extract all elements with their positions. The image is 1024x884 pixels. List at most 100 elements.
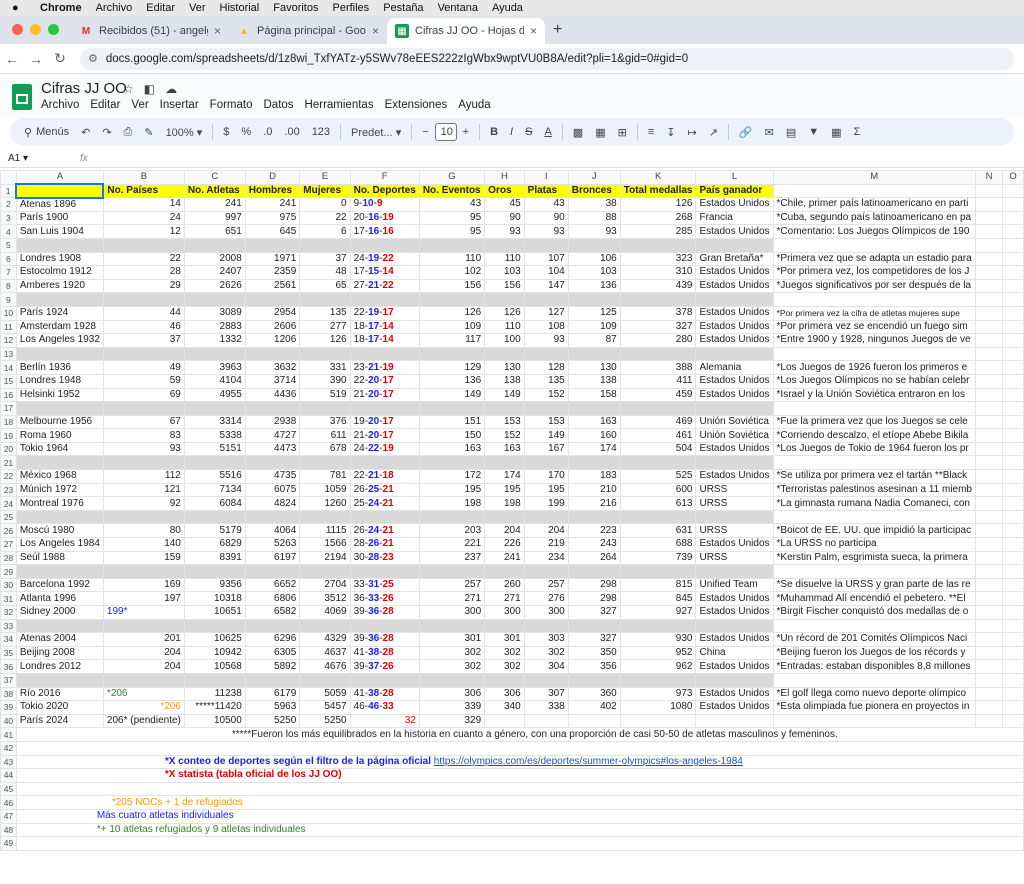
cell[interactable]	[1002, 210, 1024, 226]
cell[interactable]: 198	[418, 496, 486, 511]
cell[interactable]	[974, 469, 1004, 484]
cell[interactable]: 327	[567, 605, 621, 620]
cell[interactable]: 80	[102, 523, 185, 539]
cell[interactable]: París 1900	[15, 210, 104, 226]
cell[interactable]: 93	[523, 333, 569, 348]
cell[interactable]: 38	[567, 197, 621, 212]
cell[interactable]: 45	[484, 197, 525, 212]
cell[interactable]: 197	[102, 591, 185, 606]
cell[interactable]: *Entre 1900 y 1928, ningunos Juegos de v…	[772, 333, 977, 348]
cell[interactable]: Estados Unidos	[695, 305, 774, 321]
cell[interactable]	[974, 414, 1004, 430]
cell[interactable]: 201	[102, 632, 185, 647]
cell[interactable]	[523, 618, 569, 634]
cell[interactable]	[567, 564, 621, 579]
row-header[interactable]: 29	[0, 564, 17, 579]
cell[interactable]: 221	[418, 537, 486, 552]
cell[interactable]: 973	[619, 686, 697, 702]
cell[interactable]: 204	[102, 659, 185, 674]
cell[interactable]	[619, 292, 697, 307]
cell[interactable]	[772, 618, 977, 634]
cell[interactable]	[974, 319, 1004, 335]
mac-menu-item[interactable]: Pestaña	[383, 2, 423, 14]
text-color-icon[interactable]: A	[544, 126, 551, 138]
cell[interactable]: 4824	[244, 496, 301, 511]
cell[interactable]: *Entradas: estaban disponibles 8,8 millo…	[772, 659, 977, 674]
cell[interactable]	[974, 605, 1004, 620]
cell[interactable]	[183, 564, 246, 579]
cell[interactable]: 169	[102, 577, 185, 593]
cell[interactable]	[974, 482, 1004, 498]
cell[interactable]: Múnich 1972	[15, 482, 104, 498]
cell[interactable]	[15, 292, 104, 307]
cell[interactable]: 12	[102, 224, 185, 239]
cell[interactable]	[1002, 387, 1024, 403]
cell[interactable]: 4473	[244, 441, 301, 457]
cell[interactable]: 930	[619, 632, 697, 647]
cell[interactable]	[567, 455, 621, 471]
cell[interactable]	[484, 292, 525, 307]
cell[interactable]	[418, 564, 486, 579]
cell[interactable]: Melbourne 1956	[15, 414, 104, 430]
cell[interactable]	[418, 672, 486, 688]
redo-icon[interactable]: ↷	[102, 126, 111, 139]
cell[interactable]: 6296	[244, 632, 301, 647]
cell[interactable]	[567, 401, 621, 416]
cell[interactable]: 411	[619, 373, 697, 389]
cell[interactable]: 5059	[299, 686, 351, 702]
cell[interactable]: 183	[567, 469, 621, 484]
cell[interactable]: 158	[567, 387, 621, 403]
row-header[interactable]: 44	[0, 768, 17, 783]
zoom-window-button[interactable]	[48, 24, 59, 35]
cell[interactable]: 2008	[183, 251, 246, 267]
cell[interactable]: 153	[484, 414, 525, 430]
cell[interactable]	[299, 237, 351, 253]
cell[interactable]: 22	[299, 210, 351, 226]
menu-item[interactable]: Datos	[264, 99, 294, 111]
header-cell[interactable]: País ganador	[695, 183, 774, 199]
cell[interactable]: Estados Unidos	[695, 265, 774, 280]
cell[interactable]: 327	[619, 319, 697, 335]
cell[interactable]: 102	[418, 265, 486, 280]
cell[interactable]: 10318	[183, 591, 246, 606]
column-header[interactable]: D	[244, 170, 301, 185]
row-header[interactable]: 27	[0, 537, 17, 552]
cell[interactable]	[244, 401, 301, 416]
font-size-increase-icon[interactable]: +	[463, 126, 469, 138]
cell[interactable]	[974, 523, 1004, 539]
cell[interactable]: 103	[484, 265, 525, 280]
cell[interactable]: *Comentario: Los Juegos Olímpicos de 190	[772, 224, 977, 239]
row-header[interactable]: 21	[0, 455, 17, 471]
cell[interactable]: 613	[619, 496, 697, 511]
cell[interactable]: Londres 2012	[15, 659, 104, 674]
cell[interactable]	[695, 455, 774, 471]
cell[interactable]: 149	[418, 387, 486, 403]
cell[interactable]: Atenas 1896	[15, 197, 104, 212]
cell[interactable]: 234	[523, 550, 569, 566]
row-header[interactable]: 13	[0, 346, 17, 362]
cell[interactable]	[1002, 605, 1024, 620]
cell[interactable]	[695, 713, 774, 729]
row-header[interactable]: 5	[0, 237, 17, 253]
cell[interactable]: *Boicot de EE. UU. que impidió la partic…	[772, 523, 977, 539]
cell[interactable]: 3632	[244, 360, 301, 375]
cell[interactable]: 126	[619, 197, 697, 212]
cell[interactable]: 128	[523, 360, 569, 375]
cell[interactable]: 104	[523, 265, 569, 280]
move-folder-icon[interactable]: ◧	[144, 82, 155, 96]
cell[interactable]: 37	[299, 251, 351, 267]
row-header[interactable]: 9	[0, 292, 17, 307]
cell[interactable]	[484, 672, 525, 688]
cell[interactable]: 304	[523, 659, 569, 674]
cell[interactable]	[1002, 509, 1024, 525]
cell[interactable]	[974, 686, 1004, 702]
cell[interactable]: 130	[567, 360, 621, 375]
deportes-cell[interactable]: 46-46-33	[349, 700, 420, 715]
cell[interactable]: París 2024	[15, 713, 104, 729]
olympics-link[interactable]: https://olympics.com/es/deportes/summer-…	[434, 756, 743, 767]
cell[interactable]: 159	[102, 550, 185, 566]
cell[interactable]: 298	[567, 591, 621, 606]
cell[interactable]: *La gimnasta rumana Nadia Comaneci, con	[772, 496, 977, 511]
cell[interactable]: 28	[102, 265, 185, 280]
cell[interactable]: 6806	[244, 591, 301, 606]
